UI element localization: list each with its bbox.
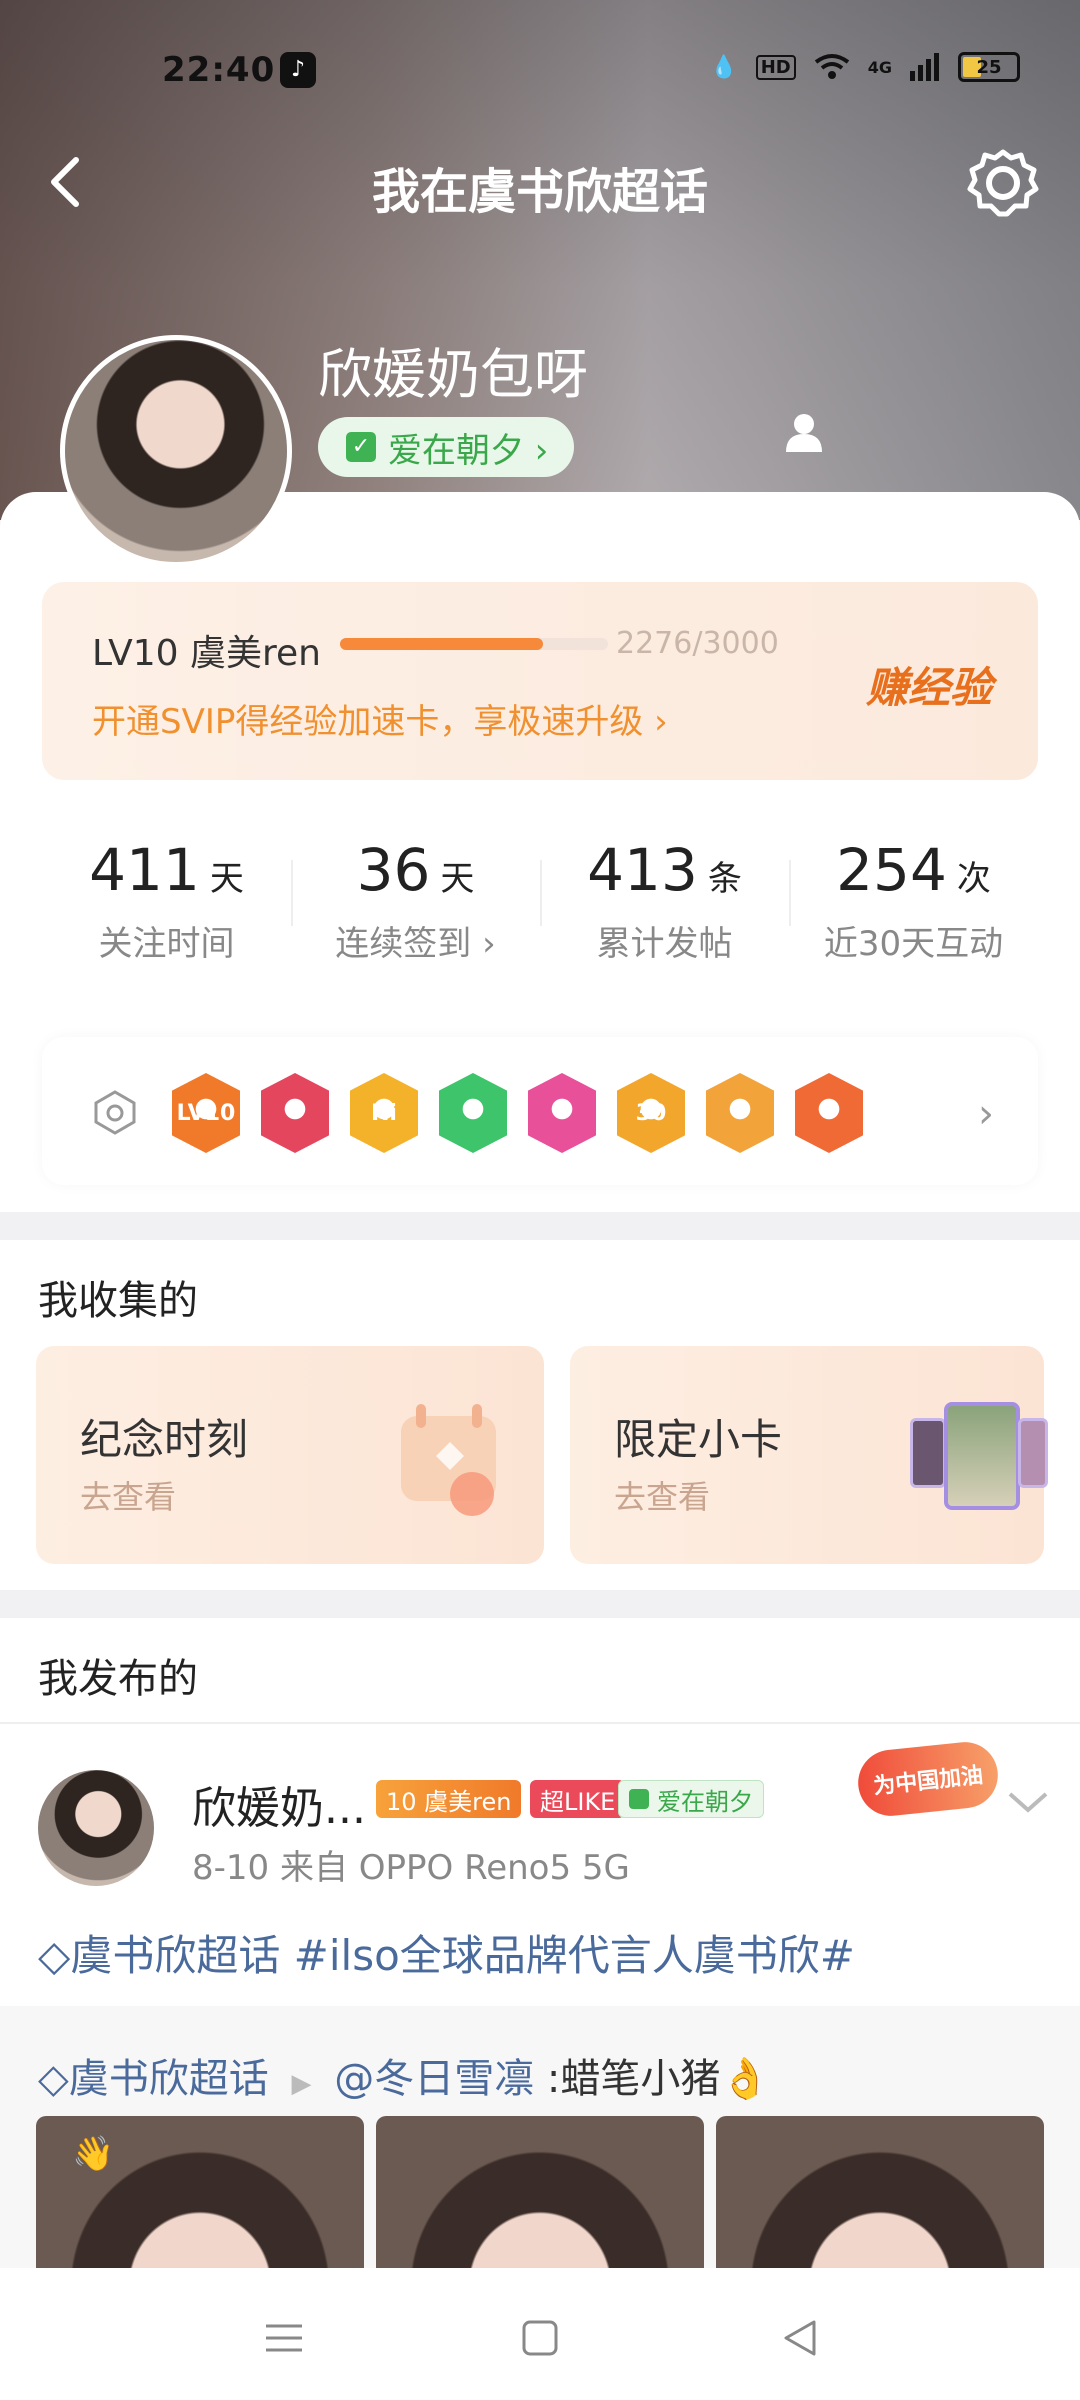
chevron-down-icon[interactable] — [1006, 1788, 1050, 1816]
stat-label: 连续签到 › — [335, 924, 496, 964]
tile-title: 纪念时刻 — [80, 1415, 249, 1464]
memorial-moments-card[interactable]: 纪念时刻 去查看 — [36, 1346, 544, 1564]
stat-value: 36 — [356, 836, 431, 904]
medal-badge[interactable] — [795, 1073, 863, 1153]
tile-title: 限定小卡 — [614, 1415, 783, 1464]
stat-total-posts: 413 条 累计发帖 — [540, 810, 789, 964]
level-progress-bar — [340, 638, 608, 650]
ok-hand-icon: 👌 — [720, 2056, 771, 2102]
medal-badge[interactable]: 30 — [617, 1073, 685, 1153]
stat-value: 411 — [89, 836, 200, 904]
stat-label: 累计发帖 — [596, 924, 733, 964]
calendar-heart-icon — [401, 1404, 496, 1516]
top-nav: 我在虞书欣超话 — [0, 140, 1080, 230]
stats-row: 411 天 关注时间 36 天 连续签到 › 413 条 累计发帖 254 次 近30天… — [42, 810, 1038, 964]
wave-hand-icon: 👋 — [72, 2134, 115, 2174]
medal-outline-icon — [94, 1090, 136, 1135]
repost-user[interactable]: @冬日雪凛 — [334, 2056, 534, 2102]
status-bar: 22:40 ♪ 💧 HD 4G 25 — [0, 50, 1080, 98]
post-author-name[interactable]: 欣媛奶... — [192, 1772, 366, 1836]
profile-tag-button[interactable]: ✓ 爱在朝夕 › — [318, 417, 575, 477]
photo-card-stack-icon — [910, 1402, 1048, 1512]
level-score: 2276/3000 — [616, 626, 779, 661]
repost-content: :蜡笔小猪 — [534, 2056, 721, 2102]
level-label: LV10 虞美ren — [92, 633, 321, 674]
post-author-avatar[interactable] — [38, 1770, 154, 1886]
limited-cards-card[interactable]: 限定小卡 去查看 — [570, 1346, 1048, 1564]
wifi-icon — [814, 54, 849, 79]
collected-heading: 我收集的 — [38, 1278, 198, 1324]
published-section: 我发布的 欣媛奶... 10 虞美ren 超LIKE 爱在朝夕 为中国加油 8-… — [0, 1618, 1080, 2268]
post-text-content: 虞书欣超话 #ilso全球品牌代言人虞书欣# — [70, 1931, 855, 1980]
post-meta: 8-10 来自 OPPO Reno5 5G — [192, 1848, 630, 1888]
drop-icon: 💧 — [710, 54, 738, 80]
post-item[interactable]: 欣媛奶... 10 虞美ren 超LIKE 爱在朝夕 为中国加油 8-10 来自… — [0, 1724, 1080, 2268]
play-arrow-icon: ▶ — [291, 2069, 312, 2099]
collected-section: 我收集的 纪念时刻 去查看 限定小卡 去查看 — [0, 1240, 1080, 1590]
repost-image[interactable] — [716, 2116, 1044, 2268]
hd-badge: HD — [755, 54, 796, 80]
cheer-sticker: 为中国加油 — [854, 1738, 1002, 1820]
super-topic-icon: ◇ — [38, 1931, 71, 1980]
level-panel[interactable]: LV10 虞美ren 2276/3000 开通SVIP得经验加速卡，享极速升级 … — [42, 582, 1038, 780]
home-square-icon[interactable] — [520, 2318, 560, 2358]
super-topic-icon: ◇ — [38, 2056, 69, 2102]
stat-value: 254 — [836, 836, 947, 904]
calendar-check-icon — [629, 1789, 649, 1809]
medal-badge[interactable] — [706, 1073, 774, 1153]
tiktok-icon: ♪ — [280, 52, 316, 88]
svip-upgrade-link[interactable]: 开通SVIP得经验加速卡，享极速升级 › — [92, 694, 668, 743]
cheer-sticker-label: 为中国加油 — [872, 1763, 985, 1800]
tile-subtitle: 去查看 — [614, 1478, 711, 1516]
tile-subtitle: 去查看 — [80, 1478, 177, 1516]
person-icon[interactable] — [782, 410, 826, 454]
published-heading: 我发布的 — [38, 1656, 198, 1702]
chevron-right-icon[interactable]: › — [978, 1091, 994, 1137]
avatar[interactable] — [60, 335, 292, 567]
level-badge: 10 虞美ren — [376, 1780, 522, 1818]
repost-block[interactable]: ◇虞书欣超话 ▶ @冬日雪凛 :蜡笔小猪👌 👋 — [0, 2006, 1080, 2268]
stat-follow-days: 411 天 关注时间 — [42, 810, 291, 964]
stat-unit: 天 — [440, 859, 475, 899]
tag-badge-label: 爱在朝夕 — [657, 1787, 753, 1816]
system-nav-bar — [0, 2268, 1080, 2400]
profile-card: LV10 虞美ren 2276/3000 开通SVIP得经验加速卡，享极速升级 … — [0, 492, 1080, 1212]
stat-value: 413 — [587, 836, 698, 904]
medal-badge[interactable] — [528, 1073, 596, 1153]
profile-tag-label: 爱在朝夕 › — [388, 430, 549, 471]
post-text[interactable]: ◇虞书欣超话 #ilso全球品牌代言人虞书欣# — [38, 1922, 855, 1983]
status-time: 22:40 — [162, 50, 276, 90]
battery-level: 25 — [976, 56, 1002, 78]
profile-username: 欣媛奶包呀 — [318, 343, 588, 406]
medal-badge[interactable] — [439, 1073, 507, 1153]
repost-text: ◇虞书欣超话 ▶ @冬日雪凛 :蜡笔小猪👌 — [38, 2046, 770, 2104]
signal-label: 4G — [867, 57, 892, 77]
stat-interactions: 254 次 近30天互动 — [789, 810, 1038, 964]
stat-unit: 天 — [209, 859, 244, 899]
stat-label: 近30天互动 — [823, 924, 1004, 964]
repost-topic[interactable]: 虞书欣超话 — [69, 2056, 269, 2102]
medals-row[interactable]: LV10 Hi 30 › — [42, 1037, 1038, 1185]
stat-unit: 条 — [707, 859, 742, 899]
gear-icon[interactable] — [966, 146, 1040, 220]
signal-icon — [910, 53, 939, 81]
medal-badge[interactable] — [261, 1073, 329, 1153]
stat-unit: 次 — [956, 859, 991, 899]
tag-badge: 爱在朝夕 — [618, 1780, 764, 1818]
medal-badge[interactable]: LV10 — [172, 1073, 240, 1153]
calendar-check-icon: ✓ — [346, 432, 376, 462]
level-progress-fill — [340, 638, 544, 650]
stat-label: 关注时间 — [98, 924, 235, 964]
repost-image[interactable]: 👋 — [36, 2116, 364, 2268]
menu-icon[interactable] — [264, 2318, 304, 2358]
stat-checkin-streak[interactable]: 36 天 连续签到 › — [291, 810, 540, 964]
back-triangle-icon[interactable] — [780, 2318, 820, 2358]
battery-icon: 25 — [958, 52, 1020, 82]
earn-exp-button[interactable]: 赚经验 — [866, 654, 992, 715]
super-like-badge: 超LIKE — [530, 1780, 626, 1818]
page-title: 我在虞书欣超话 — [371, 164, 708, 220]
repost-image[interactable] — [376, 2116, 704, 2268]
medal-badge[interactable]: Hi — [350, 1073, 418, 1153]
